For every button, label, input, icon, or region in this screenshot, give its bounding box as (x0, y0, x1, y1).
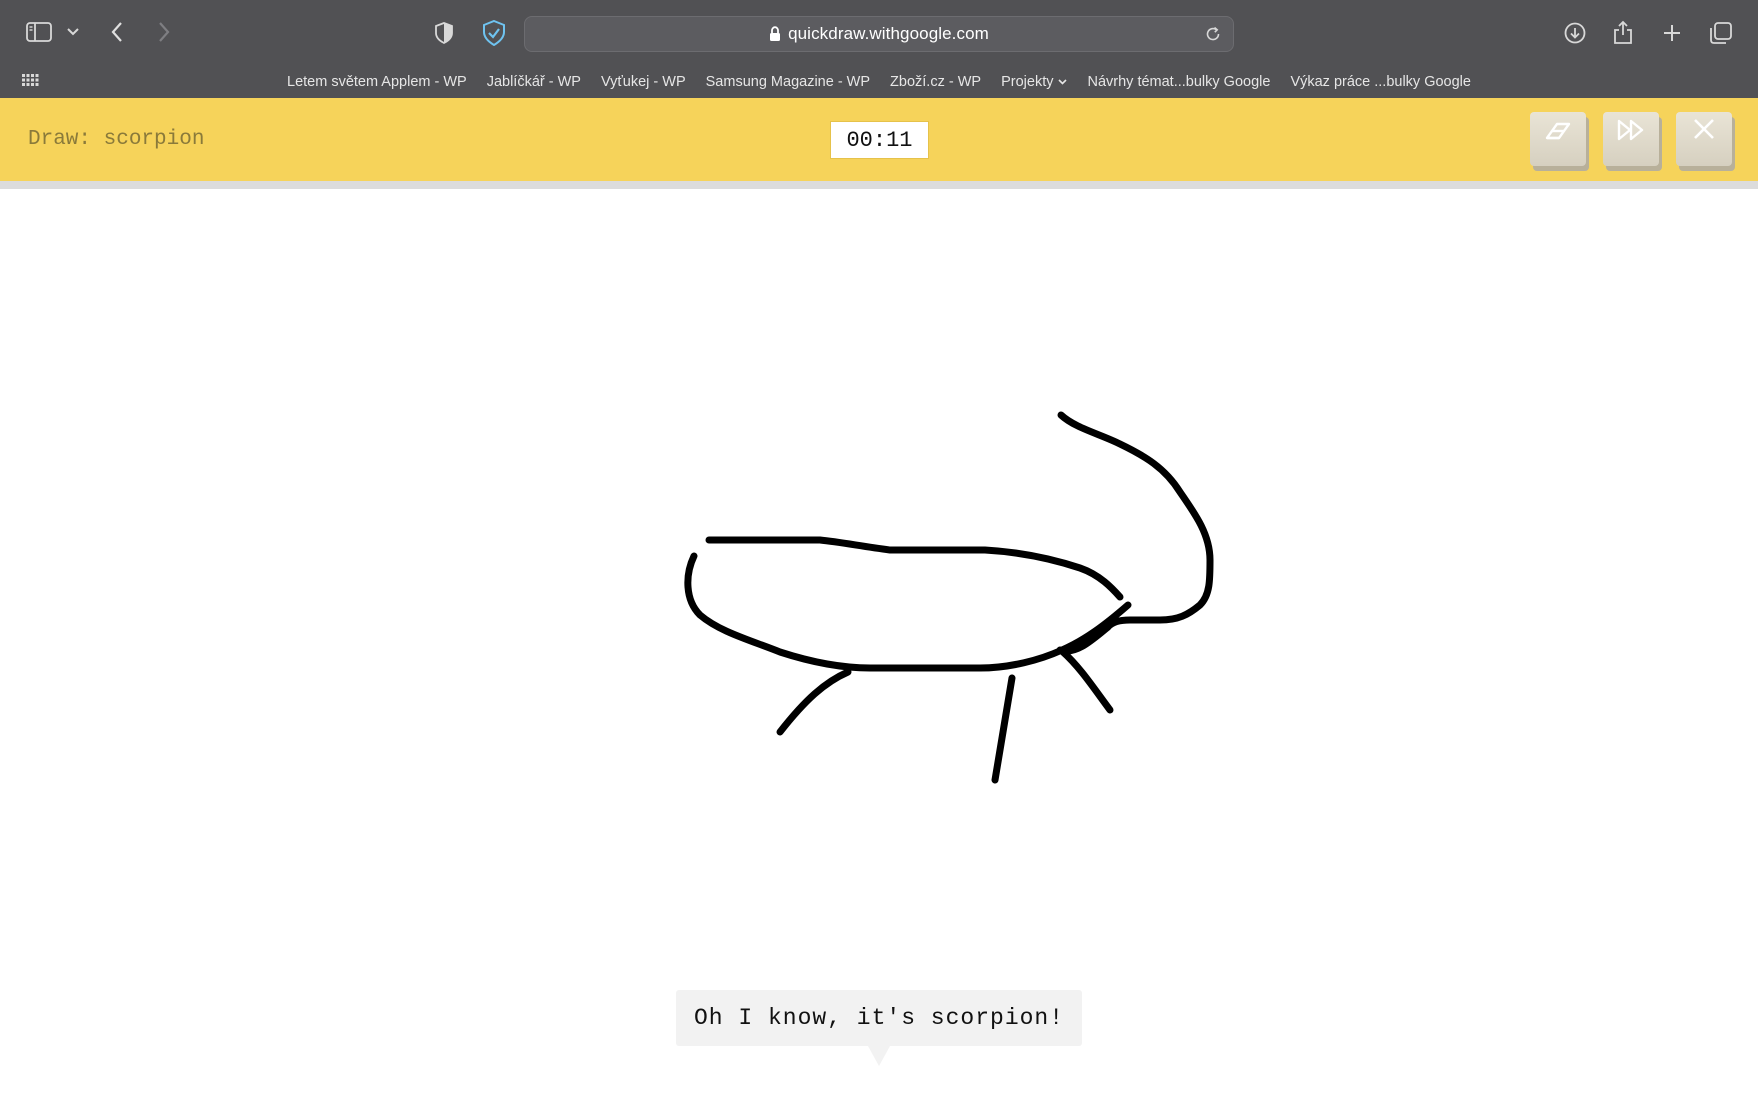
drawing-stroke-leg-left (776, 668, 852, 736)
drawing-stroke-top (705, 536, 1124, 601)
scorpion-drawing (684, 411, 1214, 784)
bubble-tail (868, 1046, 890, 1066)
drawing-stroke-leg-middle (991, 674, 1016, 784)
drawing-stroke-tail (1056, 411, 1214, 655)
drawing-stroke-leg-right (1059, 648, 1114, 714)
ai-guess-bubble: Oh I know, it's scorpion! (676, 990, 1082, 1046)
